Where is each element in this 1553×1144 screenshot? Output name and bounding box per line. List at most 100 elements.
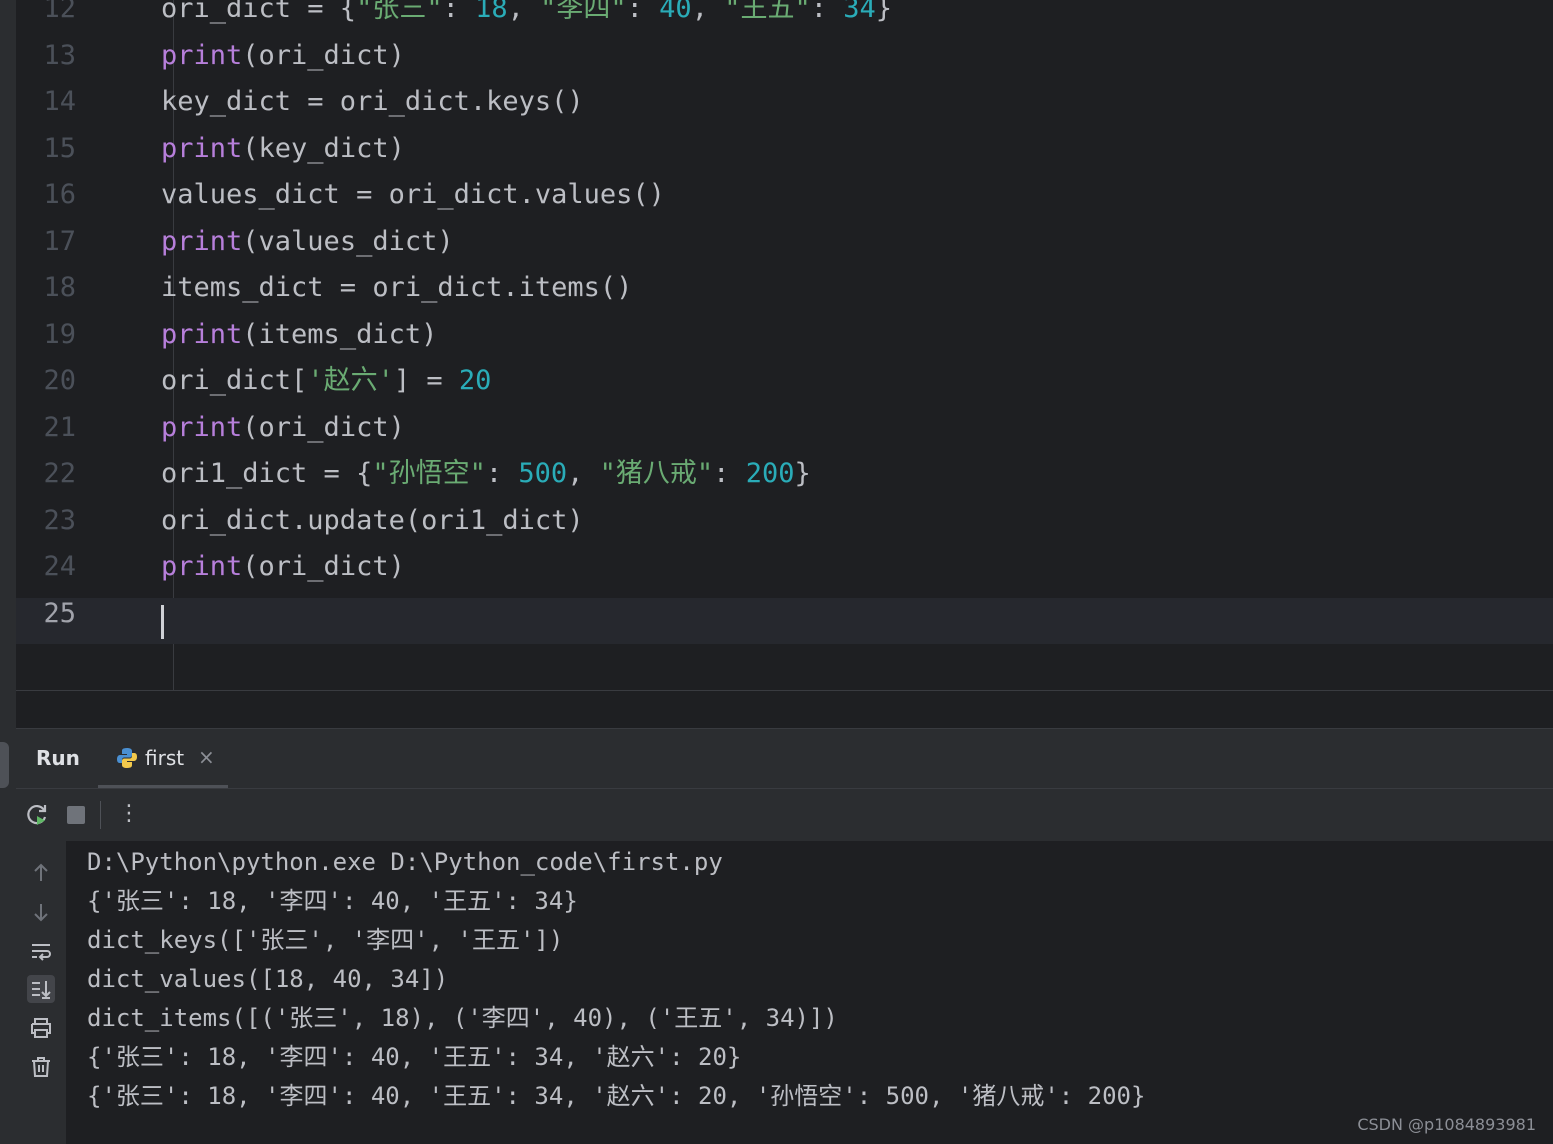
code-token: ori_dict.update(ori1_dict) bbox=[161, 504, 584, 536]
run-tool-window-header: Run first × bbox=[16, 728, 1553, 789]
code-token: (key_dict) bbox=[242, 132, 405, 164]
code-token: ori_dict = { bbox=[161, 0, 357, 24]
code-text: print(ori_dict) bbox=[161, 40, 405, 72]
run-panel-title: Run bbox=[36, 746, 80, 770]
code-token: ori_dict[ bbox=[161, 365, 308, 396]
code-token: (items_dict) bbox=[242, 318, 438, 350]
keyword-token: print bbox=[161, 39, 243, 71]
code-editor[interactable]: 12 ori_dict = {"张三": 18, "李四": 40, "王五": … bbox=[16, 0, 1553, 690]
code-token: (ori_dict) bbox=[242, 411, 405, 443]
string-token: '赵六' bbox=[307, 365, 394, 396]
trash-icon[interactable] bbox=[27, 1053, 55, 1081]
code-text: values_dict = ori_dict.values() bbox=[161, 179, 665, 211]
editor-divider bbox=[16, 690, 1553, 691]
tab-label: first bbox=[145, 746, 185, 770]
number-token: 20 bbox=[458, 365, 492, 396]
console-line: dict_items([('张三', 18), ('李四', 40), ('王五… bbox=[87, 1004, 838, 1032]
line-number: 16 bbox=[43, 179, 76, 210]
code-token: ] = bbox=[393, 365, 459, 396]
string-token: "孙悟空" bbox=[372, 458, 486, 489]
code-token: } bbox=[794, 458, 811, 489]
console-line: D:\Python\python.exe D:\Python_code\firs… bbox=[87, 848, 723, 876]
string-token: "李四" bbox=[540, 0, 627, 24]
code-line[interactable]: 16 values_dict = ori_dict.values() bbox=[16, 179, 1553, 225]
code-line[interactable]: 22 ori1_dict = {"孙悟空": 500, "猪八戒": 200} bbox=[16, 458, 1553, 504]
code-line[interactable]: 25 bbox=[16, 597, 1553, 644]
arrow-up-icon[interactable] bbox=[27, 859, 55, 887]
code-text: key_dict = ori_dict.keys() bbox=[161, 86, 584, 118]
line-number: 13 bbox=[43, 39, 76, 71]
code-token: (ori_dict) bbox=[242, 39, 405, 71]
keyword-token: print bbox=[161, 551, 243, 582]
code-token: key_dict = ori_dict.keys() bbox=[161, 86, 584, 117]
line-number: 12 bbox=[43, 0, 76, 24]
string-token: "张三" bbox=[356, 0, 443, 24]
line-number: 19 bbox=[43, 318, 76, 350]
line-number: 21 bbox=[43, 411, 76, 443]
code-text: print(ori_dict) bbox=[161, 551, 405, 583]
code-token: : bbox=[485, 458, 519, 489]
code-text: items_dict = ori_dict.items() bbox=[161, 272, 632, 304]
code-line[interactable]: 18 items_dict = ori_dict.items() bbox=[16, 272, 1553, 318]
arrow-down-icon[interactable] bbox=[27, 898, 55, 926]
code-line[interactable]: 21 print(ori_dict) bbox=[16, 412, 1553, 458]
scroll-to-end-icon[interactable] bbox=[27, 975, 55, 1003]
code-line[interactable]: 15 print(key_dict) bbox=[16, 133, 1553, 179]
code-line[interactable]: 23 ori_dict.update(ori1_dict) bbox=[16, 505, 1553, 551]
console-line: dict_values([18, 40, 34]) bbox=[87, 965, 449, 993]
line-number: 20 bbox=[43, 365, 76, 396]
keyword-token: print bbox=[161, 225, 243, 257]
rerun-icon[interactable] bbox=[24, 802, 50, 828]
code-text: print(ori_dict) bbox=[161, 412, 405, 444]
code-token: items_dict = ori_dict.items() bbox=[161, 272, 633, 303]
print-icon[interactable] bbox=[27, 1014, 55, 1042]
code-text: print(values_dict) bbox=[161, 226, 454, 258]
code-line[interactable]: 12 ori_dict = {"张三": 18, "李四": 40, "王五": … bbox=[16, 0, 1553, 39]
code-text: ori1_dict = {"孙悟空": 500, "猪八戒": 200} bbox=[161, 458, 811, 490]
code-line[interactable]: 19 print(items_dict) bbox=[16, 319, 1553, 365]
code-token: (ori_dict) bbox=[242, 551, 405, 582]
code-line[interactable]: 14 key_dict = ori_dict.keys() bbox=[16, 86, 1553, 132]
line-number: 15 bbox=[43, 132, 76, 164]
line-number: 14 bbox=[43, 86, 76, 117]
code-token: (values_dict) bbox=[242, 225, 454, 257]
code-token: values_dict = ori_dict.values() bbox=[161, 179, 665, 210]
code-line[interactable]: 24 print(ori_dict) bbox=[16, 551, 1553, 597]
code-token: , bbox=[567, 458, 600, 489]
code-text: ori_dict = {"张三": 18, "李四": 40, "王五": 34… bbox=[161, 0, 892, 25]
number-token: 500 bbox=[518, 458, 568, 489]
tab-first[interactable]: first × bbox=[98, 729, 228, 789]
code-token: : bbox=[626, 0, 660, 24]
console-line: {'张三': 18, '李四': 40, '王五': 34, '赵六': 20,… bbox=[87, 1082, 1146, 1110]
tool-window-indicator[interactable] bbox=[0, 742, 9, 788]
code-token: , bbox=[507, 0, 541, 24]
code-line[interactable]: 17 print(values_dict) bbox=[16, 226, 1553, 272]
code-token: : bbox=[713, 458, 746, 489]
code-token: ori1_dict = { bbox=[161, 458, 373, 489]
code-text: print(key_dict) bbox=[161, 133, 405, 165]
run-toolbar: ⋮ bbox=[16, 788, 1553, 841]
keyword-token: print bbox=[161, 318, 243, 350]
keyword-token: print bbox=[161, 132, 243, 164]
code-text: ori_dict.update(ori1_dict) bbox=[161, 505, 584, 537]
code-text: ori_dict['赵六'] = 20 bbox=[161, 365, 491, 397]
console-output[interactable]: D:\Python\python.exe D:\Python_code\firs… bbox=[66, 841, 1553, 1144]
watermark: CSDN @p1084893981 bbox=[1357, 1115, 1536, 1134]
text-caret bbox=[161, 604, 164, 639]
code-text: print(items_dict) bbox=[161, 319, 437, 351]
soft-wrap-icon[interactable] bbox=[27, 937, 55, 965]
code-token: : bbox=[442, 0, 476, 24]
number-token: 18 bbox=[475, 0, 508, 24]
console-line: {'张三': 18, '李四': 40, '王五': 34} bbox=[87, 887, 578, 915]
code-line[interactable]: 20 ori_dict['赵六'] = 20 bbox=[16, 365, 1553, 411]
line-number: 18 bbox=[43, 272, 76, 303]
console-line: {'张三': 18, '李四': 40, '王五': 34, '赵六': 20} bbox=[87, 1043, 742, 1071]
code-line[interactable]: 13 print(ori_dict) bbox=[16, 40, 1553, 86]
code-token: : bbox=[810, 0, 844, 24]
close-tab-icon[interactable]: × bbox=[198, 745, 215, 769]
code-token: , bbox=[691, 0, 725, 24]
stop-icon[interactable] bbox=[63, 802, 89, 828]
console-side-toolbar bbox=[16, 841, 66, 1144]
number-token: 34 bbox=[843, 0, 876, 24]
more-options-icon[interactable]: ⋮ bbox=[116, 801, 142, 827]
